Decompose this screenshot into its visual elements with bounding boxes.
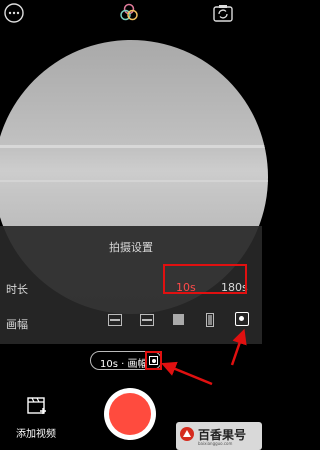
watermark-logo: 百香果号 baixiangguo.com [176, 422, 262, 450]
add-video-button[interactable]: 添加视频 [12, 394, 62, 444]
annotation-arrows [161, 328, 247, 386]
add-video-icon [27, 397, 46, 414]
watermark-url: baixiangguo.com [198, 441, 233, 446]
watermark-icon [180, 427, 194, 441]
record-button[interactable] [104, 388, 156, 440]
annotation-arrow [161, 361, 213, 386]
annotation-arrow [230, 328, 247, 366]
add-video-label: 添加视频 [16, 429, 56, 440]
